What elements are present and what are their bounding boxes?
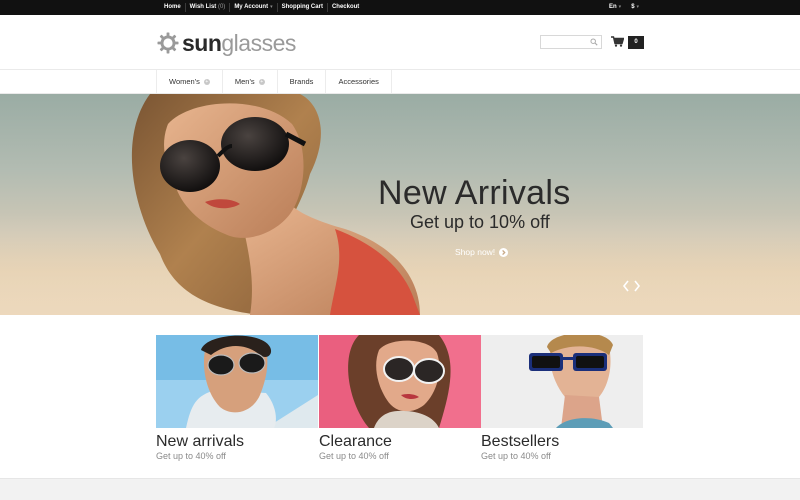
top-link-shopping-cart[interactable]: Shopping Cart	[278, 0, 327, 15]
banner-subtitle: Get up to 40% off	[319, 451, 389, 461]
logo-text: sunglasses	[182, 29, 296, 57]
nav-item-womens[interactable]: Women's +	[156, 70, 222, 93]
caret-down-icon: ▾	[636, 4, 640, 10]
top-link-wishlist[interactable]: Wish List (0)	[186, 0, 230, 15]
logo-text-glasses: glasses	[221, 30, 296, 56]
top-right-selectors: En ▾ $ ▾	[604, 0, 644, 15]
gear-icon	[157, 32, 179, 54]
logo[interactable]: sunglasses	[156, 29, 296, 57]
nav-item-accessories[interactable]: Accessories	[325, 70, 392, 93]
wishlist-count: (0)	[217, 4, 226, 10]
hero-slider[interactable]: New Arrivals Get up to 10% off Shop now!	[0, 94, 800, 315]
language-selector[interactable]: En ▾	[604, 0, 626, 15]
top-link-checkout[interactable]: Checkout	[328, 0, 363, 15]
search-input[interactable]	[541, 42, 587, 54]
top-link-my-account[interactable]: My Account ▾	[230, 0, 276, 15]
banner-image	[481, 335, 643, 428]
footer-strip	[0, 478, 800, 500]
hero-title: New Arrivals	[378, 174, 571, 212]
search-icon[interactable]	[590, 38, 598, 46]
banner-subtitle: Get up to 40% off	[156, 451, 226, 461]
main-nav: Women's + Men's + Brands Accessories	[0, 69, 800, 94]
banner-image	[156, 335, 318, 428]
banner-subtitle: Get up to 40% off	[481, 451, 551, 461]
top-link-home[interactable]: Home	[160, 0, 185, 15]
nav-item-label: Men's	[234, 77, 255, 86]
plus-icon: +	[203, 79, 210, 86]
nav-item-label: Accessories	[338, 77, 379, 86]
cart-icon[interactable]	[611, 36, 624, 47]
search-box	[540, 35, 602, 54]
chevron-right-circle-icon	[499, 247, 509, 257]
wishlist-label: Wish List	[189, 4, 217, 10]
plus-icon: +	[258, 79, 265, 86]
chevron-left-icon[interactable]	[622, 280, 630, 292]
nav-item-brands[interactable]: Brands	[276, 70, 326, 93]
chevron-right-icon[interactable]	[633, 280, 641, 292]
currency-label: $	[631, 4, 635, 10]
banner-title: Clearance	[319, 433, 392, 450]
language-label: En	[609, 4, 617, 10]
banner-image	[319, 335, 481, 428]
caret-down-icon: ▾	[270, 4, 273, 10]
nav-item-label: Brands	[289, 77, 314, 86]
shop-now-button[interactable]: Shop now!	[455, 246, 509, 258]
top-bar: Home Wish List (0) My Account ▾ Shopping …	[0, 0, 800, 15]
caret-down-icon: ▾	[618, 4, 622, 10]
banner-title: New arrivals	[156, 433, 245, 450]
shop-now-label: Shop now!	[455, 247, 496, 257]
currency-selector[interactable]: $ ▾	[626, 0, 644, 15]
cart-count-badge[interactable]: 0	[628, 36, 644, 49]
top-links: Home Wish List (0) My Account ▾ Shopping …	[160, 0, 363, 15]
nav-item-label: Women's	[169, 77, 200, 86]
banner-title: Bestsellers	[481, 433, 560, 450]
my-account-label: My Account	[234, 4, 269, 10]
nav-item-mens[interactable]: Men's +	[221, 70, 277, 93]
logo-text-sun: sun	[182, 30, 222, 56]
nav-list: Women's + Men's + Brands Accessories	[156, 70, 392, 93]
hero-subtitle: Get up to 10% off	[410, 212, 550, 232]
